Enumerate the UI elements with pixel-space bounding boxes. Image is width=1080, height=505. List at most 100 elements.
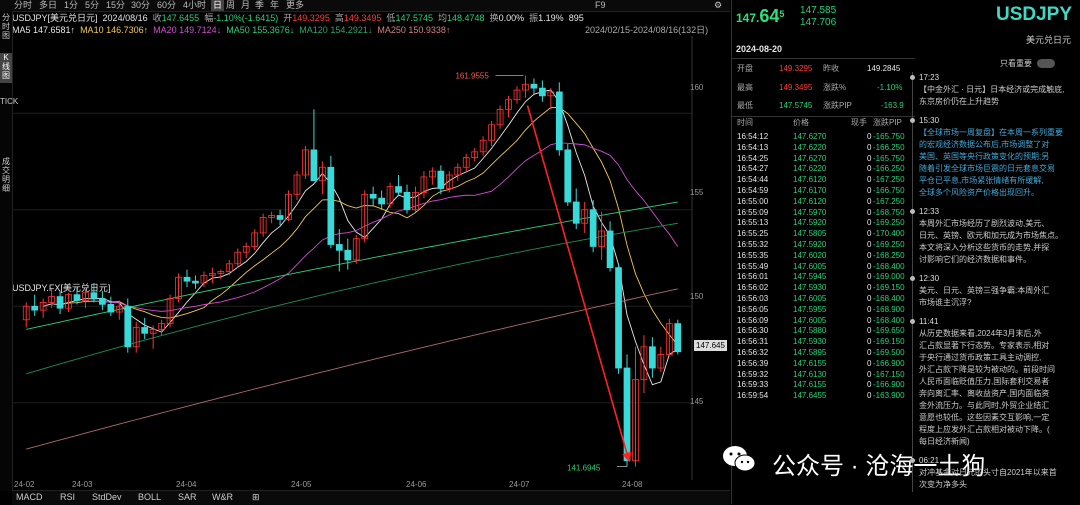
tick-pip: -169.150 [873, 337, 905, 347]
tick-qty: 0 [867, 229, 872, 239]
news-text[interactable]: 【全球市场一周复盘】在本周一系列重要 [919, 127, 1079, 139]
toolbar-item-week[interactable]: 周 [226, 0, 235, 11]
toolbar-item-4h[interactable]: 4小时 [183, 0, 206, 11]
quote-info-row: USDJPY[美元兑日元] 2024/08/16 收147.6455 幅-1.1… [12, 13, 584, 24]
candle-body [369, 193, 377, 199]
tick-pip: -169.000 [873, 272, 905, 282]
news-text[interactable]: 奔向离汇率、离收益资产,国内面临资 [919, 388, 1079, 400]
tick-time: 16:56:30 [737, 326, 769, 336]
tab-stddev[interactable]: StdDev [92, 492, 122, 502]
prev-stat-value: 149.2845 [867, 64, 901, 73]
avg-label: 均 [438, 13, 448, 23]
date-tick-5: 24-07 [509, 480, 530, 489]
date-tick-1: 24-03 [72, 480, 93, 489]
toolbar-item-60min[interactable]: 60分 [157, 0, 176, 11]
news-text[interactable]: 程度上应发外汇占款相对被动下降。( [919, 424, 1079, 436]
tick-time: 16:55:09 [737, 207, 769, 217]
price-big: 64 [759, 6, 780, 26]
toolbar-item-month[interactable]: 月 [241, 0, 250, 11]
candle-body [555, 91, 563, 151]
news-text[interactable]: 汇占款显著下行态势。专家表示,相对 [919, 340, 1079, 352]
toolbar-item-1min[interactable]: 1分 [64, 0, 78, 11]
gear-icon[interactable]: ⚙ [714, 0, 722, 11]
tab-rsi[interactable]: RSI [60, 492, 75, 502]
news-text[interactable]: 本文将深入分析这些货币的走势,并探 [919, 242, 1079, 254]
news-toggle[interactable]: 只看重要 [1000, 58, 1056, 69]
tick-pip: -169.650 [873, 326, 905, 336]
tick-time: 16:54:27 [737, 164, 769, 174]
news-dot [910, 276, 915, 281]
news-text[interactable]: 日元、英镑、欧元和加元成为市场焦点。 [919, 230, 1079, 242]
tab-macd[interactable]: MACD [16, 492, 43, 502]
news-text[interactable]: 于央行通过货币政策工具主动调控, [919, 352, 1079, 364]
price-tick-150: 150 [690, 292, 704, 301]
toolbar-item-quarter[interactable]: 季 [255, 0, 264, 11]
news-text[interactable]: 【中金外汇 · 日元】日本经济或完成触底, [919, 84, 1079, 96]
ask-price: 147.706 [800, 17, 837, 28]
news-text[interactable]: 市场谁主沉浮? [919, 297, 1079, 309]
add-indicator-icon[interactable]: ⊞ [252, 492, 260, 503]
tab-kline[interactable]: K线图 [0, 53, 12, 83]
ma5-line [43, 89, 679, 386]
toolbar-item-fenshi[interactable]: 分时 [14, 0, 32, 11]
news-text[interactable]: 对冲基金对日元的头寸自2021年以来首 [919, 467, 1079, 479]
tick-qty: 0 [867, 196, 872, 206]
news-text[interactable]: 金外流压力。与此同时,外贸企业结汇 [919, 400, 1079, 412]
news-text[interactable]: 外汇占款下降是较为被动的。前段时间 [919, 364, 1079, 376]
candlestick-chart[interactable]: 161.9555 141.6945 [12, 36, 730, 480]
news-text[interactable]: 全球多个风险资产价格出现回升。 [919, 187, 1079, 199]
toolbar-f9[interactable]: F9 [595, 0, 606, 11]
news-text[interactable]: 人民币面临贬值压力,国际套利交易者 [919, 376, 1079, 388]
prev-stat-label: 昨收 [823, 64, 839, 73]
news-dot [910, 118, 915, 123]
toolbar-item-duori[interactable]: 多日 [39, 0, 57, 11]
tab-sar[interactable]: SAR [178, 492, 197, 502]
news-text[interactable]: 东京房价仍在上升趋势 [919, 96, 1079, 108]
news-text[interactable]: 美元、日元、英镑三强争霸:本周外汇 [919, 285, 1079, 297]
tab-fenshi[interactable]: 分时图 [0, 13, 12, 49]
tick-pip: -169.150 [873, 283, 905, 293]
change-label: 幅 [204, 13, 214, 23]
price-tick-160: 160 [690, 83, 704, 92]
tab-boll[interactable]: BOLL [138, 492, 161, 502]
tick-price: 147.6020 [793, 250, 827, 260]
tab-tick[interactable]: TICK [0, 97, 18, 137]
toggle-switch[interactable] [1037, 59, 1056, 69]
date-tick-2: 24-04 [176, 480, 197, 489]
tick-price: 147.5920 [793, 218, 827, 228]
news-text[interactable]: 讨影响它们的经济数据和事件。 [919, 254, 1079, 266]
pct-stat-value: -1.10% [877, 83, 903, 92]
toolbar-item-30min[interactable]: 30分 [131, 0, 150, 11]
period-toolbar: 分时 多日 1分 5分 15分 30分 60分 4小时 日 周 月 季 年 更多… [0, 0, 730, 12]
toolbar-item-15min[interactable]: 15分 [106, 0, 125, 11]
candle-body [192, 280, 199, 284]
news-dot [910, 209, 915, 214]
news-text[interactable]: 美国、英国等央行政策变化的预期;另 [919, 151, 1079, 163]
news-text[interactable]: 平仓已平息,市场紧张情绪有所缓解, [919, 175, 1079, 187]
news-text[interactable]: 的宏观经济数据公布后,市场调整了对 [919, 139, 1079, 151]
info-high: 149.3495 [343, 13, 382, 23]
range-label: 2024/02/15-2024/08/16(132日) [585, 25, 709, 35]
tick-price: 147.6120 [793, 196, 827, 206]
news-text[interactable]: 每日经济新闻) [919, 436, 1079, 448]
news-text[interactable]: 次变为净多头 [919, 479, 1079, 491]
tick-time: 16:59:54 [737, 391, 769, 401]
tab-wr[interactable]: W&R [212, 492, 233, 502]
news-text[interactable]: 随着引发全球市场巨震的日元套息交易 [919, 163, 1079, 175]
news-text[interactable]: 从历史数据来看,2024年3月末后,外 [919, 328, 1079, 340]
open-label: 开 [283, 13, 293, 23]
tick-time: 16:56:01 [737, 272, 769, 282]
toolbar-item-year[interactable]: 年 [270, 0, 279, 11]
news-text[interactable]: 意愿也较低。这些因素交互影响,一定 [919, 412, 1079, 424]
ma120-line [26, 222, 678, 375]
candle-body [539, 87, 546, 97]
toolbar-item-more[interactable]: 更多 [286, 0, 304, 11]
candle-body [437, 170, 445, 189]
tab-detail[interactable]: 成交明细 [0, 157, 12, 197]
toolbar-item-5min[interactable]: 5分 [85, 0, 99, 11]
news-text[interactable]: 本周外汇市场经历了剧烈波动,美元、 [919, 218, 1079, 230]
tick-price: 147.6005 [793, 261, 827, 271]
high-stat-value: 149.3495 [779, 83, 813, 92]
tick-price: 147.5970 [793, 207, 827, 217]
toolbar-item-day[interactable]: 日 [211, 0, 225, 11]
